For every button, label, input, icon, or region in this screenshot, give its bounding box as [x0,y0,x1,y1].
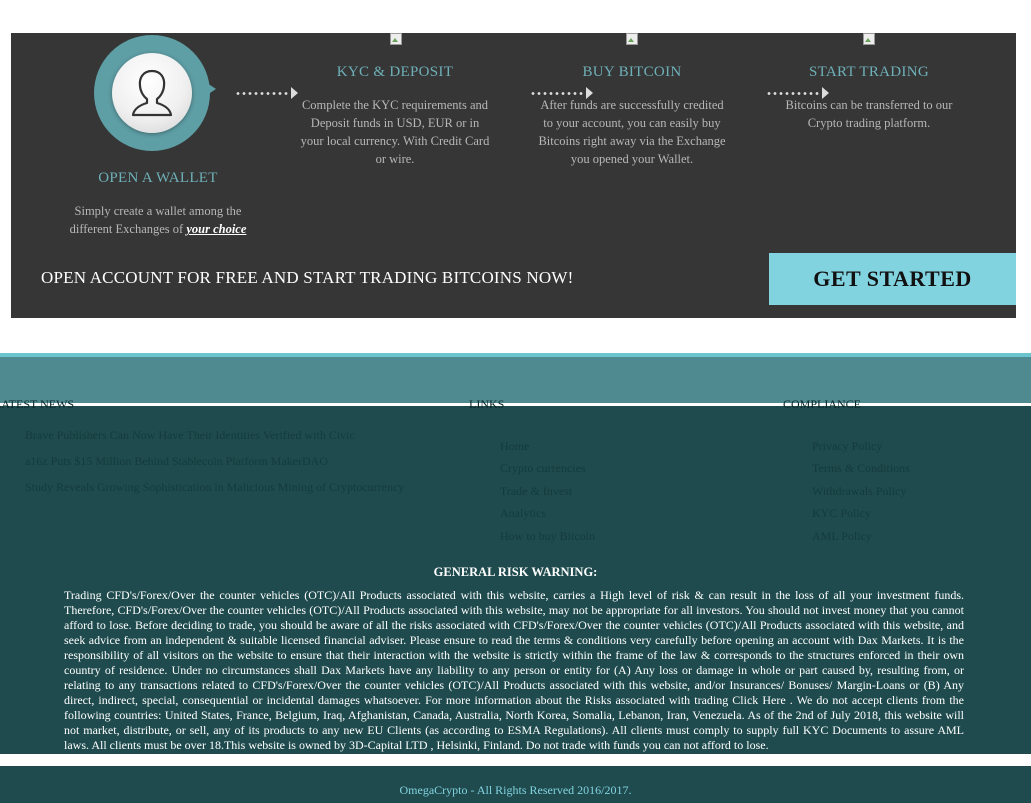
news-link[interactable]: Study Reveals Growing Sophistication in … [25,480,404,495]
footer-link-kyc[interactable]: KYC Policy [812,506,871,521]
links-heading: LINKS [469,397,505,411]
step-desc-buy-bitcoin: After funds are successfully credited to… [538,98,726,166]
step-desc-kyc-deposit: Complete the KYC requirements and Deposi… [300,98,490,166]
latest-news-heading: LATEST NEWS [0,397,75,411]
step-desc-open-wallet: Simply create a wallet among the differe… [63,202,253,238]
steps-banner: OPEN A WALLET Simply create a wallet amo… [11,33,1016,318]
cta-headline: OPEN ACCOUNT FOR FREE AND START TRADING … [41,268,574,287]
news-link[interactable]: Brave Publishers Can Now Have Their Iden… [25,428,355,443]
footer-link-aml[interactable]: AML Policy [812,529,872,544]
footer-link-withdrawals[interactable]: Withdrawals Policy [812,484,907,499]
footer-link-analytics[interactable]: Analytics [500,506,546,521]
wallet-badge-pointer [198,77,216,101]
step-desc-start-trading: Bitcoins can be transferred to our Crypt… [785,98,953,130]
compliance-heading: COMPLIANCE [783,397,862,411]
broken-image-icon [390,33,402,45]
step-title-kyc-deposit: KYC & DEPOSIT [336,64,454,80]
user-avatar-icon [112,53,192,133]
get-started-button[interactable]: GET STARTED [769,253,1016,305]
risk-warning-title: GENERAL RISK WARNING: [433,565,598,579]
copyright-text: OmegaCrypto - All Rights Reserved 2016/2… [399,783,632,797]
footer-header-band [0,357,1031,403]
step-title-buy-bitcoin: BUY BITCOIN [582,64,682,80]
step-title-open-wallet: OPEN A WALLET [98,170,218,186]
footer-link-privacy[interactable]: Privacy Policy [812,439,882,454]
footer-link-home[interactable]: Home [500,439,529,454]
broken-image-icon [863,33,875,45]
footer-link-how-to-buy[interactable]: How to buy Bitcoin [500,529,595,544]
risk-warning-text: Trading CFD's/Forex/Over the counter veh… [64,588,964,752]
your-choice-link[interactable]: your choice [186,222,246,236]
news-link[interactable]: a16z Puts $15 Million Behind Stablecoin … [25,454,328,469]
step-title-start-trading: START TRADING [808,64,929,80]
footer-link-trade-invest[interactable]: Trade & Invest [500,484,572,499]
broken-image-icon [626,33,638,45]
footer-link-crypto-currencies[interactable]: Crypto currencies [500,461,586,476]
footer-link-terms[interactable]: Terms & Conditions [812,461,910,476]
